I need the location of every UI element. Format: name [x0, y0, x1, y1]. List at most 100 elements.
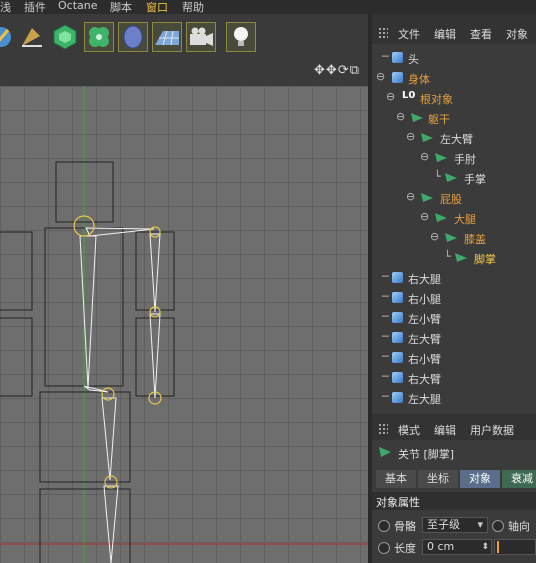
- right-lower-arm-box: [0, 317, 33, 397]
- tree-label: 左大臂: [440, 133, 473, 146]
- tree-row[interactable]: ⊖ 屁股: [372, 188, 536, 208]
- chevron-down-icon: ▾: [477, 518, 483, 531]
- viewport[interactable]: [0, 86, 368, 563]
- tree-row[interactable]: ─ 右小腿: [372, 288, 536, 308]
- tree-row[interactable]: ⊖ 身体: [372, 68, 536, 88]
- tree-row[interactable]: ⊖ 大腿: [372, 208, 536, 228]
- brush-icon[interactable]: [0, 22, 16, 52]
- tree-connector: ─: [382, 390, 389, 403]
- axis-radio[interactable]: [492, 520, 504, 532]
- om-tab-view[interactable]: 查看: [470, 26, 492, 42]
- tree-row[interactable]: ⊖ 左大臂: [372, 128, 536, 148]
- cube-icon: [392, 352, 403, 363]
- cube-icon: [392, 372, 403, 383]
- grid-floor-icon[interactable]: [152, 22, 182, 52]
- menu-item-script[interactable]: 脚本: [110, 0, 132, 15]
- tree-label: 躯干: [428, 113, 450, 126]
- null-object-icon: L0: [402, 90, 416, 101]
- grip-icon[interactable]: [378, 27, 388, 39]
- attribute-manager-header: 模式 编辑 用户数据: [372, 418, 536, 440]
- am-tab-mode[interactable]: 模式: [398, 422, 420, 438]
- am-tab-edit[interactable]: 编辑: [434, 422, 456, 438]
- tree-label: 右大臂: [408, 373, 441, 386]
- tree-row[interactable]: ⊖ 膝盖: [372, 228, 536, 248]
- cube-icon: [392, 312, 403, 323]
- tree-connector: ⊖: [376, 70, 386, 83]
- cube-icon: [392, 332, 403, 343]
- tree-label: 膝盖: [464, 233, 486, 246]
- cube-icon: [392, 392, 403, 403]
- tree-connector: ⊖: [420, 210, 430, 223]
- viewport-nav-icons[interactable]: ✥✥⟳⧉: [314, 63, 360, 78]
- tree-label: 头: [408, 53, 419, 66]
- tree-row[interactable]: ─ 右大腿: [372, 268, 536, 288]
- tree-row[interactable]: ⊖ L0 根对象: [372, 88, 536, 108]
- am-title: 关节 [脚掌]: [398, 448, 455, 461]
- pen-tool-icon[interactable]: [16, 22, 46, 52]
- am-tab-user-data[interactable]: 用户数据: [470, 422, 514, 438]
- tree-row[interactable]: ⊖ 躯干: [372, 108, 536, 128]
- tree-row[interactable]: └ 手掌: [372, 168, 536, 188]
- viewport-scene: [0, 86, 368, 563]
- menu-item-window[interactable]: 窗口: [146, 0, 168, 15]
- tree-label: 左小臂: [408, 313, 441, 326]
- object-manager: 文件 编辑 查看 对象 ─ 头 ⊖ 身体 ⊖ L0 根对象 ⊖ 躯干 ⊖ 左大臂…: [372, 22, 536, 414]
- tree-row[interactable]: ─ 左小臂: [372, 308, 536, 328]
- cube-icon: [392, 72, 403, 83]
- om-tab-edit[interactable]: 编辑: [434, 26, 456, 42]
- object-manager-header: 文件 编辑 查看 对象: [372, 22, 536, 44]
- bone-dropdown[interactable]: 至子级 ▾: [422, 517, 488, 533]
- tree-connector: ─: [382, 310, 389, 323]
- bone-icon: [445, 173, 457, 182]
- tree-connector: └: [444, 250, 451, 263]
- cube-gem-icon[interactable]: [50, 22, 80, 52]
- bone-icon: [411, 113, 423, 122]
- camera-icon[interactable]: [186, 22, 216, 52]
- tree-label: 右小腿: [408, 293, 441, 306]
- tree-connector: ⊖: [420, 150, 430, 163]
- tree-row[interactable]: ─ 右大臂: [372, 368, 536, 388]
- tree-label: 左大腿: [408, 393, 441, 406]
- tab-coord[interactable]: 坐标: [418, 470, 458, 488]
- tab-object[interactable]: 对象: [460, 470, 500, 488]
- length-field[interactable]: 0 cm ⬍: [422, 539, 492, 555]
- blob-shader-icon[interactable]: [118, 22, 148, 52]
- tree-label: 手肘: [454, 153, 476, 166]
- tree-label: 手掌: [464, 173, 486, 186]
- stepper-icon[interactable]: ⬍: [481, 540, 489, 554]
- menu-item-octane[interactable]: Octane: [58, 0, 98, 12]
- om-tab-object[interactable]: 对象: [506, 26, 528, 42]
- tree-connector: ─: [382, 370, 389, 383]
- tree-connector: ⊖: [396, 110, 406, 123]
- bone-icon: [445, 233, 457, 242]
- slider-handle[interactable]: [497, 541, 499, 553]
- tree-row[interactable]: ─ 左大腿: [372, 388, 536, 408]
- bone-label: 骨骼: [394, 520, 416, 533]
- tree-row[interactable]: ─ 头: [372, 48, 536, 68]
- tree-label: 屁股: [440, 193, 462, 206]
- tree-row[interactable]: ─ 右小臂: [372, 348, 536, 368]
- om-tab-file[interactable]: 文件: [398, 26, 420, 42]
- tree-connector: ⊖: [386, 90, 396, 103]
- grip-icon[interactable]: [378, 423, 388, 435]
- tab-falloff[interactable]: 衰减: [502, 470, 536, 488]
- menu-item-plugins[interactable]: 插件: [24, 0, 46, 15]
- tree-label: 右小臂: [408, 353, 441, 366]
- tree-row[interactable]: ─ 左大臂: [372, 328, 536, 348]
- light-bulb-icon[interactable]: [226, 22, 256, 52]
- menu-item-help[interactable]: 帮助: [182, 0, 204, 15]
- bone-icon: [455, 253, 467, 262]
- menu-item-partial[interactable]: 浅: [0, 0, 11, 15]
- upper-leg-box: [39, 391, 131, 483]
- clover-deformer-icon[interactable]: [84, 22, 114, 52]
- viewport-header: ✥✥⟳⧉: [0, 58, 372, 86]
- tree-row-selected[interactable]: └ 脚掌: [372, 248, 536, 268]
- tree-row[interactable]: ⊖ 手肘: [372, 148, 536, 168]
- length-radio[interactable]: [378, 542, 390, 554]
- bone-dropdown-value: 至子级: [427, 518, 460, 531]
- length-slider[interactable]: [494, 539, 536, 555]
- section-title: 对象属性: [376, 496, 420, 509]
- bone-icon: [421, 133, 433, 142]
- tab-basic[interactable]: 基本: [376, 470, 416, 488]
- bone-radio[interactable]: [378, 520, 390, 532]
